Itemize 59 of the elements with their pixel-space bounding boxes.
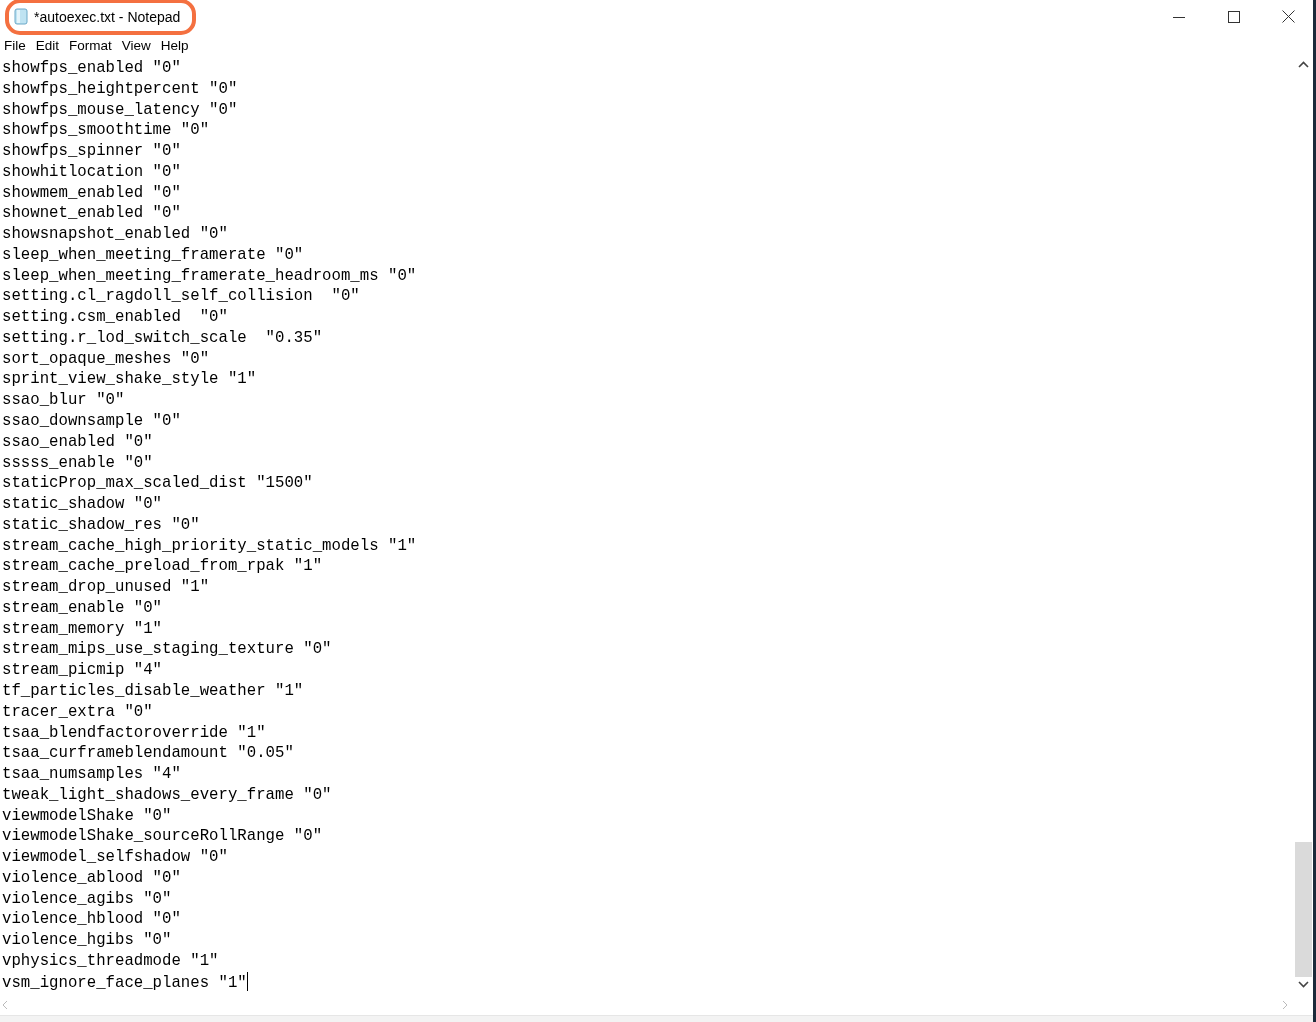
text-line: stream_picmip "4" xyxy=(2,660,163,681)
text-line: stream_cache_high_priority_static_models "1" xyxy=(2,535,417,557)
text-line: violence_agibs "0" xyxy=(2,888,172,910)
text-line: showsnapshot_enabled "0" xyxy=(2,224,228,245)
text-line: shownet_enabled "0" xyxy=(2,203,181,225)
text-line: showfps_enabled "0" xyxy=(2,58,181,79)
text-line: violence_ablood "0" xyxy=(2,867,181,889)
text-line: vphysics_threadmode "1" xyxy=(2,950,219,972)
maximize-icon xyxy=(1227,10,1240,23)
window-title: *autoexec.txt - Notepad xyxy=(34,8,181,25)
notepad-icon xyxy=(14,8,28,25)
text-line: sprint_view_shake_style "1" xyxy=(2,369,257,391)
text-line: tweak_light_shadows_every_frame "0" xyxy=(2,784,332,806)
text-line: setting.csm_enabled "0" xyxy=(2,307,228,328)
text-line: sleep_when_meeting_framerate_headroom_ms "0" xyxy=(2,265,417,287)
text-line: tracer_extra "0" xyxy=(2,701,153,723)
text-line: showfps_smoothtime "0" xyxy=(2,120,210,142)
text-line: stream_memory "1" xyxy=(2,618,163,640)
text-line: stream_cache_preload_from_rpak "1" xyxy=(2,556,323,578)
text-line: tf_particles_disable_weather "1" xyxy=(2,680,304,702)
text-line: tsaa_curframeblendamount "0.05" xyxy=(2,743,294,765)
text-line: tsaa_numsamples "4" xyxy=(2,764,181,785)
text-line: sssss_enable "0" xyxy=(2,452,153,474)
text-line: viewmodelShake_sourceRollRange "0" xyxy=(2,826,323,848)
text-line: ssao_blur "0" xyxy=(2,390,125,411)
text-line: tsaa_blendfactoroverride "1" xyxy=(2,722,266,744)
text-line: sort_opaque_meshes "0" xyxy=(2,348,210,370)
text-line: ssao_enabled "0" xyxy=(2,431,153,453)
menu-item[interactable]: File xyxy=(4,37,31,53)
text-line: setting.cl_ragdoll_self_collision "0" xyxy=(2,286,360,308)
text-line: violence_hblood "0" xyxy=(2,909,181,931)
text-line: showfps_mouse_latency "0" xyxy=(2,99,238,121)
text-line: vsm_ignore_face_planes "1" xyxy=(2,971,248,994)
menu-item[interactable]: Edit xyxy=(35,37,65,53)
text-line: showfps_spinner "0" xyxy=(2,141,181,162)
text-line: static_shadow_res "0" xyxy=(2,514,200,536)
text-line: stream_drop_unused "1" xyxy=(2,577,210,598)
close-icon xyxy=(1282,10,1295,23)
menu-item[interactable]: Help xyxy=(160,37,194,53)
menu-item[interactable]: View xyxy=(121,37,156,53)
text-line: viewmodel_selfshadow "0" xyxy=(2,847,228,868)
scroll-down-icon[interactable] xyxy=(1298,981,1309,988)
menu-item[interactable]: Format xyxy=(69,37,117,53)
text-line: ssao_downsample "0" xyxy=(2,411,181,432)
minimize-icon xyxy=(1172,16,1185,18)
text-line: showmem_enabled "0" xyxy=(2,182,181,204)
text-line: violence_hgibs "0" xyxy=(2,930,172,951)
text-line: stream_mips_use_staging_texture "0" xyxy=(2,639,332,661)
text-line: viewmodelShake "0" xyxy=(2,805,172,827)
text-cursor xyxy=(246,971,248,991)
text-line: static_shadow "0" xyxy=(2,494,163,515)
text-line: stream_enable "0" xyxy=(2,597,163,619)
text-line: staticProp_max_scaled_dist "1500" xyxy=(2,473,313,495)
text-line: sleep_when_meeting_framerate "0" xyxy=(2,244,304,266)
scrollbar-thumb[interactable] xyxy=(1295,842,1312,977)
text-line: setting.r_lod_switch_scale "0.35" xyxy=(2,327,323,349)
text-line: showfps_heightpercent "0" xyxy=(2,78,238,100)
text-line: showhitlocation "0" xyxy=(2,161,181,183)
scroll-up-icon[interactable] xyxy=(1298,61,1309,68)
